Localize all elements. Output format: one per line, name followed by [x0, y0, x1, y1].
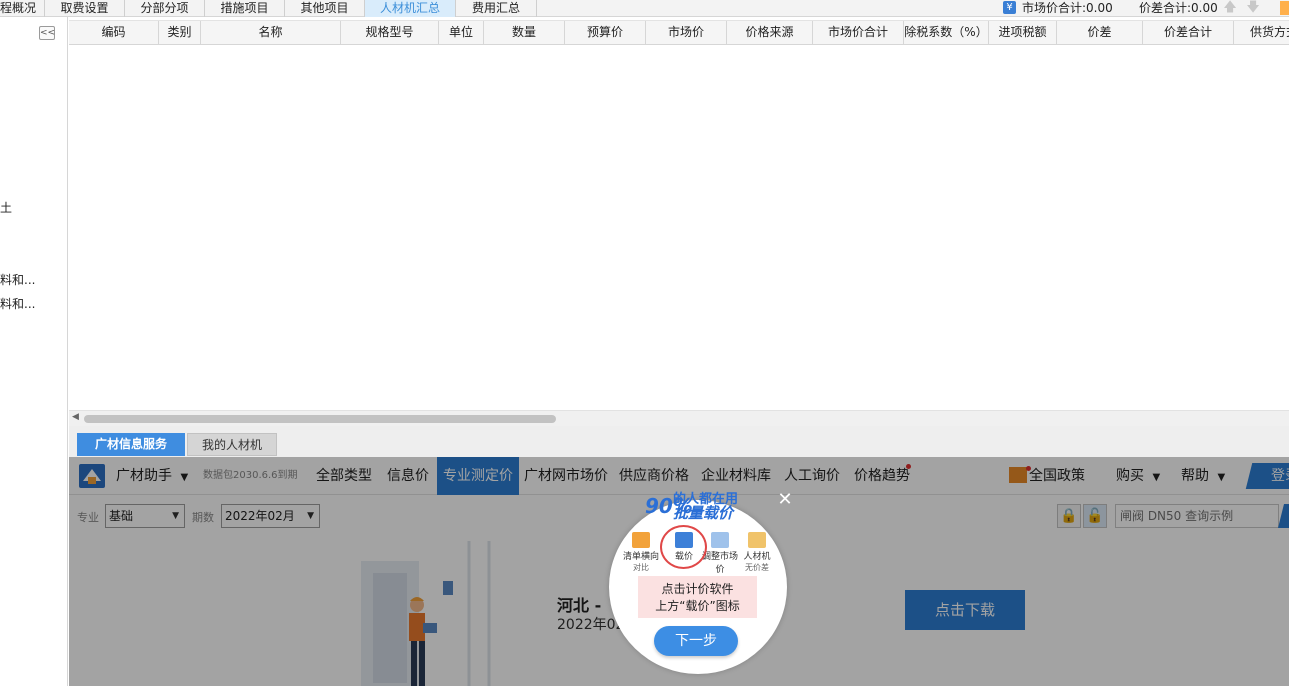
- tab-measures[interactable]: 措施项目: [205, 0, 285, 17]
- diff-total: 价差合计:0.00: [1139, 1, 1218, 15]
- tool-sublabel: 对比: [633, 563, 649, 572]
- horizontal-scrollbar[interactable]: ◀: [69, 410, 1289, 426]
- tool-sublabel: 无价差: [745, 563, 769, 572]
- column-header[interactable]: 除税系数（%）: [904, 21, 989, 45]
- column-header[interactable]: 预算价: [565, 21, 646, 45]
- tab-my-materials[interactable]: 我的人材机: [187, 433, 277, 456]
- collapse-sidebar-button[interactable]: <<: [39, 26, 55, 40]
- guide-hint: 点击计价软件 上方“载价”图标: [638, 576, 757, 618]
- adjust-market-price-tool: 调整市场价 系数: [700, 530, 740, 585]
- scroll-left-icon[interactable]: ◀: [72, 412, 79, 422]
- headline-bottom: 批量载价: [673, 504, 734, 522]
- table-body[interactable]: [69, 46, 1289, 410]
- yen-icon: ¥: [1003, 1, 1016, 14]
- labor-material-tool: 人材机 无价差: [737, 530, 777, 578]
- column-header[interactable]: 价差: [1057, 21, 1143, 45]
- bottom-tab-bar: 广材信息服务 我的人材机: [69, 426, 1289, 457]
- column-header[interactable]: 名称: [201, 21, 341, 45]
- hint-line: 点击计价软件: [661, 582, 734, 596]
- column-header[interactable]: 价格来源: [727, 21, 813, 45]
- column-header[interactable]: 数量: [484, 21, 565, 45]
- column-header[interactable]: 供货方式: [1234, 21, 1289, 45]
- tab-labor-material-summary[interactable]: 人材机汇总: [365, 0, 456, 17]
- table-header: 编码 类别 名称 规格型号 单位 数量 预算价 市场价 价格来源 市场价合计 除…: [69, 20, 1289, 45]
- column-header[interactable]: 类别: [159, 21, 201, 45]
- app-window: 程概况 取费设置 分部分项 措施项目 其他项目 人材机汇总 费用汇总 ¥ 市场价…: [0, 0, 1289, 686]
- column-header[interactable]: 市场价合计: [813, 21, 904, 45]
- column-header[interactable]: 进项税额: [989, 21, 1057, 45]
- tab-other-items[interactable]: 其他项目: [285, 0, 365, 17]
- column-header[interactable]: 价差合计: [1143, 21, 1234, 45]
- top-tab-bar: 程概况 取费设置 分部分项 措施项目 其他项目 人材机汇总 费用汇总 ¥ 市场价…: [0, 0, 1289, 17]
- guide-bubble: 清单横向 对比 载价 调整市场价 系数 人材机 无价差 点击计价软件 上方“载价: [609, 500, 787, 674]
- columns-icon: [632, 532, 650, 548]
- sidebar-item[interactable]: 料和...: [0, 271, 35, 288]
- column-header[interactable]: 市场价: [646, 21, 727, 45]
- scale-icon: [748, 532, 766, 548]
- next-step-button[interactable]: 下一步: [654, 626, 738, 656]
- tool-label: 清单横向: [622, 552, 659, 562]
- close-icon[interactable]: ✕: [776, 491, 794, 509]
- tab-sub-items[interactable]: 分部分项: [125, 0, 205, 17]
- market-total: 市场价合计:0.00: [1022, 1, 1113, 15]
- list-compare-tool: 清单横向 对比: [621, 530, 661, 578]
- tab-fee-settings[interactable]: 取费设置: [45, 0, 125, 17]
- tab-project-overview[interactable]: 程概况: [0, 0, 45, 17]
- arrow-up-icon[interactable]: 🡅: [1223, 0, 1237, 16]
- guide-headline: 90% 的人都在用 批量载价: [645, 488, 745, 522]
- left-sidebar: << 土 料和... 料和...: [0, 17, 68, 686]
- column-header[interactable]: 单位: [439, 21, 484, 45]
- column-header[interactable]: 规格型号: [341, 21, 439, 45]
- arrow-down-icon[interactable]: 🡇: [1246, 0, 1260, 16]
- tool-label: 调整市场价: [701, 552, 738, 575]
- highlight-ring: [660, 525, 707, 569]
- tab-fee-summary[interactable]: 费用汇总: [456, 0, 537, 17]
- sidebar-item[interactable]: 土: [0, 199, 12, 216]
- tool-label: 人材机: [743, 552, 771, 562]
- tool-icon[interactable]: [1280, 1, 1289, 15]
- sidebar-item[interactable]: 料和...: [0, 295, 35, 312]
- hint-line: 上方“载价”图标: [655, 599, 740, 613]
- column-header[interactable]: 编码: [69, 21, 159, 45]
- scrollbar-thumb[interactable]: [84, 415, 556, 423]
- adjust-icon: [711, 532, 729, 548]
- tab-material-info-service[interactable]: 广材信息服务: [77, 433, 185, 456]
